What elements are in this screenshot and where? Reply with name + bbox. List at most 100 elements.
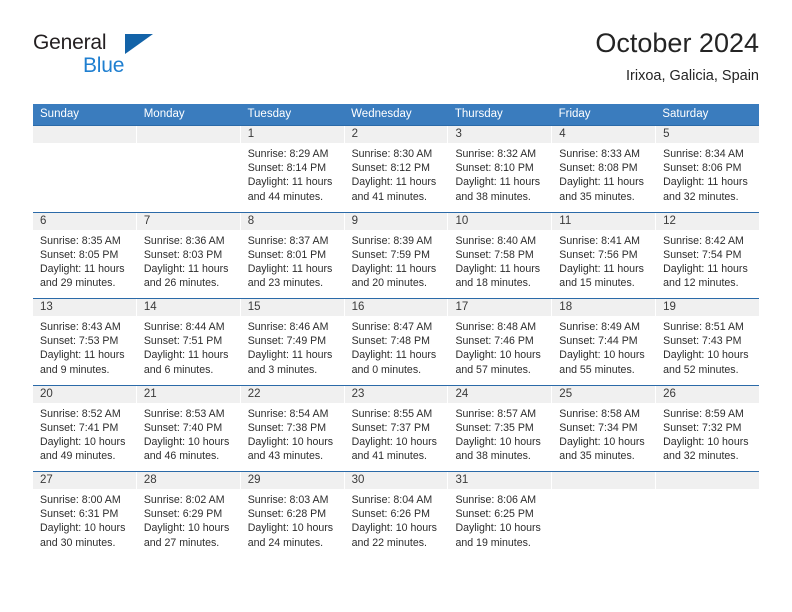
daylight-text-line1: Daylight: 11 hours (351, 262, 437, 275)
daylight-text-line2: and 32 minutes. (663, 190, 739, 203)
day-number (656, 472, 760, 489)
sunset-text: Sunset: 7:41 PM (40, 421, 119, 434)
sunset-text: Sunset: 7:46 PM (455, 335, 534, 348)
brand-text-general: General (33, 31, 107, 54)
sunset-text: Sunset: 7:37 PM (351, 421, 430, 434)
day-number: 2 (344, 126, 448, 143)
daylight-text-line2: and 41 minutes. (351, 450, 427, 463)
sunset-text: Sunset: 7:56 PM (559, 248, 638, 261)
calendar-grid: Sunday Monday Tuesday Wednesday Thursday… (33, 104, 760, 558)
sunset-text: Sunset: 7:34 PM (559, 421, 638, 434)
day-details: Sunrise: 8:06 AM Sunset: 6:25 PM Dayligh… (448, 489, 551, 550)
daylight-text-line1: Daylight: 10 hours (559, 349, 645, 362)
day-cell[interactable]: 25 Sunrise: 8:58 AM Sunset: 7:34 PM Dayl… (552, 385, 657, 471)
day-number: 26 (656, 385, 760, 403)
day-cell[interactable]: 1 Sunrise: 8:29 AM Sunset: 8:14 PM Dayli… (240, 126, 345, 212)
day-cell[interactable]: 21 Sunrise: 8:53 AM Sunset: 7:40 PM Dayl… (136, 385, 241, 471)
weekday-header-friday: Friday (558, 108, 591, 120)
day-number: 9 (344, 212, 448, 230)
sunset-text: Sunset: 8:06 PM (663, 162, 742, 175)
day-cell[interactable]: 26 Sunrise: 8:59 AM Sunset: 7:32 PM Dayl… (656, 385, 760, 471)
day-cell[interactable]: 24 Sunrise: 8:57 AM Sunset: 7:35 PM Dayl… (448, 385, 553, 471)
daylight-text-line2: and 52 minutes. (663, 363, 739, 376)
day-details: Sunrise: 8:04 AM Sunset: 6:26 PM Dayligh… (345, 489, 448, 550)
daylight-text-line2: and 38 minutes. (455, 190, 531, 203)
day-cell[interactable]: 8 Sunrise: 8:37 AM Sunset: 8:01 PM Dayli… (240, 212, 345, 298)
day-cell[interactable]: 31 Sunrise: 8:06 AM Sunset: 6:25 PM Dayl… (448, 472, 553, 558)
daylight-text-line1: Daylight: 10 hours (351, 522, 437, 535)
sunrise-text: Sunrise: 8:55 AM (351, 407, 433, 420)
day-details: Sunrise: 8:59 AM Sunset: 7:32 PM Dayligh… (656, 403, 759, 464)
daylight-text-line1: Daylight: 11 hours (247, 262, 333, 275)
day-cell[interactable]: 29 Sunrise: 8:03 AM Sunset: 6:28 PM Dayl… (240, 472, 345, 558)
day-details: Sunrise: 8:33 AM Sunset: 8:08 PM Dayligh… (552, 143, 655, 204)
day-details: Sunrise: 8:51 AM Sunset: 7:43 PM Dayligh… (656, 316, 759, 377)
day-cell[interactable]: 22 Sunrise: 8:54 AM Sunset: 7:38 PM Dayl… (240, 385, 345, 471)
day-number: 27 (33, 472, 136, 489)
daylight-text-line1: Daylight: 10 hours (40, 435, 126, 448)
sunrise-text: Sunrise: 8:04 AM (351, 494, 433, 506)
day-cell[interactable]: 5 Sunrise: 8:34 AM Sunset: 8:06 PM Dayli… (656, 126, 760, 212)
sunrise-text: Sunrise: 8:44 AM (143, 321, 225, 333)
daylight-text-line2: and 19 minutes. (455, 536, 531, 549)
day-cell[interactable]: 27 Sunrise: 8:00 AM Sunset: 6:31 PM Dayl… (33, 472, 137, 558)
day-cell[interactable]: 17 Sunrise: 8:48 AM Sunset: 7:46 PM Dayl… (448, 299, 553, 385)
day-cell[interactable]: 7 Sunrise: 8:36 AM Sunset: 8:03 PM Dayli… (136, 212, 241, 298)
daylight-text-line2: and 27 minutes. (143, 536, 220, 549)
day-details: Sunrise: 8:44 AM Sunset: 7:51 PM Dayligh… (137, 316, 240, 377)
sunset-text: Sunset: 7:53 PM (40, 335, 119, 348)
sunrise-text: Sunrise: 8:58 AM (559, 407, 640, 420)
daylight-text-line1: Daylight: 10 hours (455, 522, 541, 535)
day-cell[interactable]: 2 Sunrise: 8:30 AM Sunset: 8:12 PM Dayli… (344, 126, 449, 212)
day-number: 18 (552, 299, 656, 316)
day-cell[interactable]: 20 Sunrise: 8:52 AM Sunset: 7:41 PM Dayl… (33, 385, 137, 471)
day-details: Sunrise: 8:52 AM Sunset: 7:41 PM Dayligh… (33, 403, 136, 464)
day-cell[interactable] (552, 472, 657, 558)
day-details: Sunrise: 8:48 AM Sunset: 7:46 PM Dayligh… (448, 316, 551, 377)
day-cell[interactable]: 12 Sunrise: 8:42 AM Sunset: 7:54 PM Dayl… (656, 212, 760, 298)
daylight-text-line1: Daylight: 11 hours (247, 176, 333, 189)
day-cell[interactable]: 16 Sunrise: 8:47 AM Sunset: 7:48 PM Dayl… (344, 299, 449, 385)
day-cell[interactable]: 14 Sunrise: 8:44 AM Sunset: 7:51 PM Dayl… (136, 299, 241, 385)
sunset-text: Sunset: 7:48 PM (351, 335, 430, 348)
sunset-text: Sunset: 8:12 PM (351, 162, 430, 175)
daylight-text-line2: and 57 minutes. (455, 363, 531, 376)
day-cell[interactable]: 3 Sunrise: 8:32 AM Sunset: 8:10 PM Dayli… (448, 126, 553, 212)
day-cell[interactable] (136, 126, 241, 212)
day-cell[interactable] (33, 126, 137, 212)
day-cell[interactable] (656, 472, 760, 558)
daylight-text-line1: Daylight: 10 hours (143, 522, 230, 535)
daylight-text-line2: and 35 minutes. (559, 190, 635, 203)
sunrise-text: Sunrise: 8:59 AM (663, 407, 744, 420)
day-cell[interactable]: 9 Sunrise: 8:39 AM Sunset: 7:59 PM Dayli… (344, 212, 449, 298)
sunset-text: Sunset: 8:10 PM (455, 162, 534, 175)
sunset-text: Sunset: 6:29 PM (143, 508, 223, 521)
week-row: 6 Sunrise: 8:35 AM Sunset: 8:05 PM Dayli… (33, 211, 760, 298)
day-details: Sunrise: 8:57 AM Sunset: 7:35 PM Dayligh… (448, 403, 551, 464)
day-cell[interactable]: 4 Sunrise: 8:33 AM Sunset: 8:08 PM Dayli… (552, 126, 657, 212)
day-cell[interactable]: 13 Sunrise: 8:43 AM Sunset: 7:53 PM Dayl… (33, 299, 137, 385)
day-details: Sunrise: 8:42 AM Sunset: 7:54 PM Dayligh… (656, 230, 759, 291)
day-cell[interactable]: 15 Sunrise: 8:46 AM Sunset: 7:49 PM Dayl… (240, 299, 345, 385)
daylight-text-line1: Daylight: 10 hours (663, 435, 749, 448)
day-details: Sunrise: 8:34 AM Sunset: 8:06 PM Dayligh… (656, 143, 759, 204)
day-cell[interactable]: 23 Sunrise: 8:55 AM Sunset: 7:37 PM Dayl… (344, 385, 449, 471)
day-cell[interactable]: 11 Sunrise: 8:41 AM Sunset: 7:56 PM Dayl… (552, 212, 657, 298)
sunrise-text: Sunrise: 8:41 AM (559, 234, 640, 247)
sunrise-text: Sunrise: 8:02 AM (143, 494, 225, 506)
day-cell[interactable]: 19 Sunrise: 8:51 AM Sunset: 7:43 PM Dayl… (656, 299, 760, 385)
day-number: 17 (448, 299, 552, 316)
daylight-text-line1: Daylight: 11 hours (663, 176, 748, 189)
day-details: Sunrise: 8:37 AM Sunset: 8:01 PM Dayligh… (241, 230, 344, 291)
day-cell[interactable]: 30 Sunrise: 8:04 AM Sunset: 6:26 PM Dayl… (344, 472, 449, 558)
daylight-text-line1: Daylight: 11 hours (143, 262, 229, 275)
day-cell[interactable]: 10 Sunrise: 8:40 AM Sunset: 7:58 PM Dayl… (448, 212, 553, 298)
daylight-text-line1: Daylight: 10 hours (40, 522, 126, 535)
brand-logo[interactable]: General Blue (33, 32, 213, 92)
day-cell[interactable]: 28 Sunrise: 8:02 AM Sunset: 6:29 PM Dayl… (136, 472, 241, 558)
daylight-text-line2: and 20 minutes. (351, 277, 427, 290)
sunrise-text: Sunrise: 8:47 AM (351, 321, 433, 333)
day-cell[interactable]: 6 Sunrise: 8:35 AM Sunset: 8:05 PM Dayli… (33, 212, 137, 298)
daylight-text-line2: and 23 minutes. (247, 277, 324, 290)
day-cell[interactable]: 18 Sunrise: 8:49 AM Sunset: 7:44 PM Dayl… (552, 299, 657, 385)
